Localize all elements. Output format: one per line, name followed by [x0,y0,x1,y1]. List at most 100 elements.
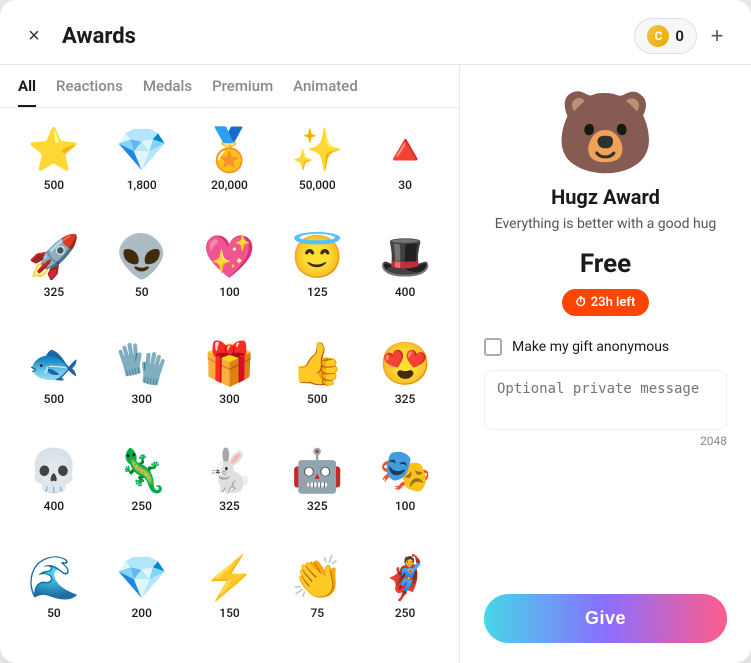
coin-icon: C [647,25,669,47]
award-price: 50,000 [299,178,336,192]
award-emoji: 🦸 [379,558,431,600]
award-price: 200 [131,606,151,620]
award-price: 75 [310,606,324,620]
award-emoji: 💖 [203,237,255,279]
award-detail-price: Free [580,249,631,279]
award-item[interactable]: 💎 1,800 [102,122,182,221]
award-detail-name: Hugz Award [551,185,660,209]
tab-all[interactable]: All [18,77,36,107]
award-emoji: 🤖 [291,451,343,493]
award-price: 50 [47,606,61,620]
award-item[interactable]: 💎 200 [102,550,182,649]
award-price: 325 [307,499,327,513]
tab-reactions[interactable]: Reactions [56,77,123,107]
award-item[interactable]: 🐟 500 [14,336,94,435]
award-emoji: 🐟 [28,344,80,386]
award-item[interactable]: 👍 500 [277,336,357,435]
right-panel: 🐻 Hugz Award Everything is better with a… [460,65,751,663]
award-price: 500 [44,178,64,192]
award-emoji: 🎭 [379,451,431,493]
award-item[interactable]: 🎁 300 [190,336,270,435]
coin-count: 0 [675,27,684,45]
coin-balance: C 0 [634,18,697,54]
modal-body: All Reactions Medals Premium Animated ⭐ … [0,65,751,663]
awards-modal: × Awards C 0 + All Reactions Medals Prem… [0,0,751,663]
award-item[interactable]: 🐇 325 [190,443,270,542]
award-emoji: 🦎 [116,451,168,493]
award-price: 250 [395,606,415,620]
award-price: 20,000 [211,178,248,192]
award-price: 325 [395,392,415,406]
tab-premium[interactable]: Premium [212,77,273,107]
award-emoji: 🎩 [379,237,431,279]
award-price: 300 [219,392,239,406]
timer-label: 23h left [591,295,636,310]
award-item[interactable]: 😍 325 [365,336,445,435]
tab-medals[interactable]: Medals [143,77,192,107]
private-message-input[interactable] [484,370,727,430]
award-emoji: 🚀 [28,237,80,279]
award-emoji: ⭐ [28,130,80,172]
award-item[interactable]: ✨ 50,000 [277,122,357,221]
anonymous-checkbox[interactable] [484,338,502,356]
award-item[interactable]: 👽 50 [102,229,182,328]
award-price: 30 [398,178,412,192]
award-item[interactable]: 🧤 300 [102,336,182,435]
award-item[interactable]: 🌊 50 [14,550,94,649]
award-item[interactable]: 🦎 250 [102,443,182,542]
award-emoji: 🐇 [203,451,255,493]
award-emoji: 💎 [116,130,168,172]
award-item[interactable]: 🦸 250 [365,550,445,649]
award-emoji: 👍 [291,344,343,386]
award-emoji: 🎁 [203,344,255,386]
award-item[interactable]: 👏 75 [277,550,357,649]
award-emoji: 🏅 [203,130,255,172]
award-item[interactable]: 🏅 20,000 [190,122,270,221]
add-coins-button[interactable]: + [703,22,731,50]
award-emoji: 💀 [28,451,80,493]
award-detail-image: 🐻 [556,93,656,173]
award-item[interactable]: 🚀 325 [14,229,94,328]
award-item[interactable]: 🤖 325 [277,443,357,542]
award-item[interactable]: 🎭 100 [365,443,445,542]
award-emoji: 🧤 [116,344,168,386]
award-item[interactable]: ⚡ 150 [190,550,270,649]
close-button[interactable]: × [20,22,48,50]
tab-animated[interactable]: Animated [293,77,358,107]
timer-icon: ⏱ [576,295,586,310]
award-emoji: 🔺 [379,130,431,172]
award-price: 50 [135,285,149,299]
award-price: 1,800 [127,178,157,192]
award-price: 250 [131,499,151,513]
award-emoji: 👽 [116,237,168,279]
award-emoji: 💎 [116,558,168,600]
anonymous-row: Make my gift anonymous [484,338,727,356]
award-emoji: 😇 [291,237,343,279]
award-price: 325 [44,285,64,299]
award-emoji: 👏 [291,558,343,600]
awards-grid: ⭐ 500 💎 1,800 🏅 20,000 ✨ 50,000 🔺 3 [0,108,459,663]
award-price: 400 [395,285,415,299]
modal-header: × Awards C 0 + [0,0,751,65]
award-price: 400 [44,499,64,513]
award-detail-description: Everything is better with a good hug [495,215,717,235]
award-price: 150 [219,606,239,620]
award-item[interactable]: 😇 125 [277,229,357,328]
award-item[interactable]: 💖 100 [190,229,270,328]
award-price: 100 [219,285,239,299]
award-emoji: ⚡ [203,558,255,600]
award-item[interactable]: ⭐ 500 [14,122,94,221]
give-button[interactable]: Give [484,594,727,643]
award-emoji: 😍 [379,344,431,386]
award-item[interactable]: 💀 400 [14,443,94,542]
award-price: 300 [131,392,151,406]
anonymous-label: Make my gift anonymous [512,339,669,355]
award-item[interactable]: 🔺 30 [365,122,445,221]
award-price: 325 [219,499,239,513]
char-count: 2048 [484,434,727,448]
award-price: 100 [395,499,415,513]
award-price: 125 [307,285,327,299]
modal-title: Awards [62,24,136,49]
award-item[interactable]: 🎩 400 [365,229,445,328]
award-price: 500 [307,392,327,406]
